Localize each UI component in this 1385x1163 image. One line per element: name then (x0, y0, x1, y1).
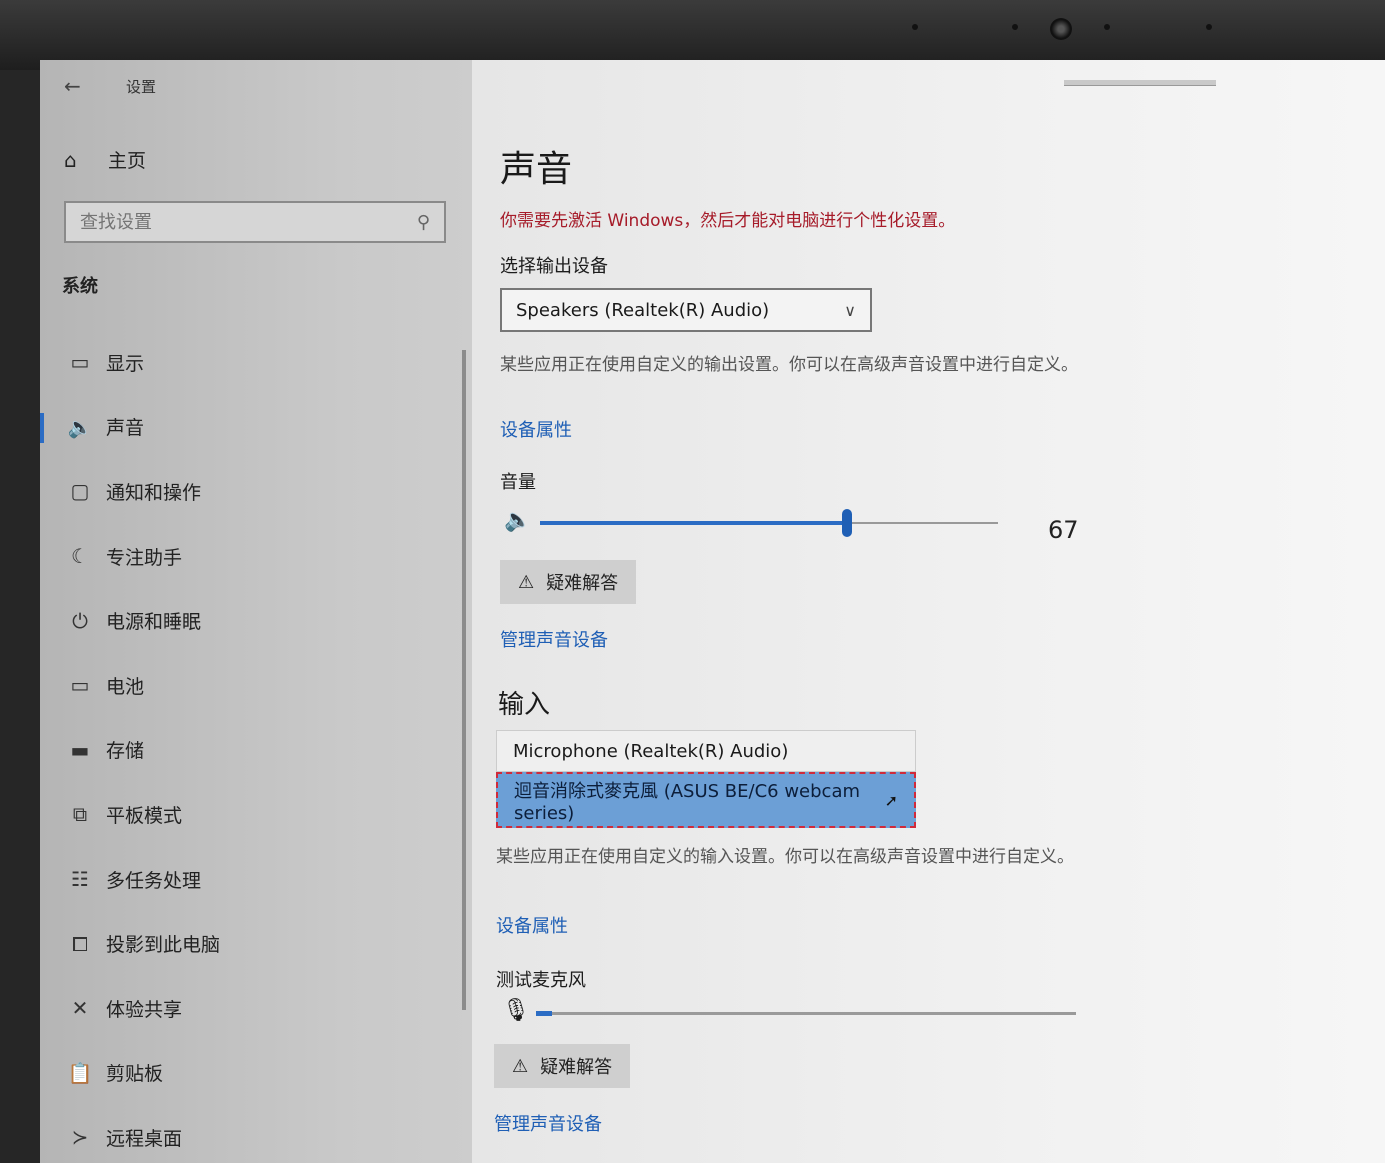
sidebar-item-label: 投影到此电脑 (106, 934, 221, 957)
notification-icon: ▢ (70, 479, 90, 504)
troubleshoot-label: 疑难解答 (540, 1057, 613, 1077)
main-panel: 声音 你需要先激活 Windows，然后才能对电脑进行个性化设置。 选择输出设备… (472, 60, 1385, 1163)
section-label: 系统 (62, 276, 98, 297)
sidebar-item-label: 平板模式 (106, 804, 183, 827)
home-link[interactable]: ⌂ 主页 (64, 146, 146, 173)
sidebar-item-label: 体验共享 (106, 998, 183, 1021)
sidebar-item-label: 多任务处理 (106, 869, 202, 892)
clipboard-icon: 📋 (67, 1060, 93, 1085)
search-box[interactable]: ⚲ (64, 201, 446, 243)
moon-icon: ☾ (71, 544, 89, 569)
home-label: 主页 (108, 150, 147, 172)
battery-icon: ▭ (70, 673, 90, 698)
sidebar-item-label: 通知和操作 (106, 481, 202, 504)
project-icon: ⧠ (72, 931, 88, 956)
sidebar-item-power-sleep[interactable]: ⏻ 电源和睡眠 (40, 588, 472, 653)
volume-slider[interactable] (540, 509, 998, 537)
sensor-dot (1104, 24, 1110, 30)
output-troubleshoot-button[interactable]: ⚠ 疑难解答 (500, 560, 637, 604)
webcam-lens (1050, 18, 1072, 40)
sidebar-item-notifications[interactable]: ▢ 通知和操作 (40, 459, 472, 524)
mic-level-fill (536, 1011, 553, 1016)
output-device-value: Speakers (Realtek(R) Audio) (516, 299, 770, 321)
volume-icon[interactable]: 🔈 (504, 508, 531, 533)
remote-desktop-icon: ≻ (71, 1125, 89, 1150)
sidebar-item-label: 电池 (106, 675, 145, 698)
mouse-cursor-icon: ➚ (884, 790, 898, 810)
input-option-selected[interactable]: 迴音消除式麥克風 (ASUS BE/C6 webcam series) ➚ (496, 772, 916, 828)
troubleshoot-label: 疑难解答 (546, 573, 619, 593)
volume-value: 67 (1048, 516, 1079, 544)
volume-label: 音量 (500, 472, 536, 493)
search-input[interactable] (80, 211, 410, 233)
sidebar-item-label: 远程桌面 (106, 1127, 183, 1150)
input-option-label: Microphone (Realtek(R) Audio) (513, 740, 789, 762)
speaker-icon: 🔈 (67, 414, 93, 439)
power-icon: ⏻ (72, 608, 88, 633)
title-bar: ← 设置 (64, 74, 156, 98)
input-heading: 输入 (498, 690, 551, 720)
input-option-label: 迴音消除式麥克風 (ASUS BE/C6 webcam series) (514, 780, 861, 824)
sidebar-scrollbar[interactable] (462, 350, 466, 1010)
sidebar-item-shared-experiences[interactable]: ✕ 体验共享 (40, 976, 472, 1041)
home-icon: ⌂ (64, 147, 77, 172)
input-troubleshoot-button[interactable]: ⚠ 疑难解答 (494, 1044, 631, 1088)
sidebar-item-multitasking[interactable]: ☷ 多任务处理 (40, 847, 472, 912)
window-title: 设置 (126, 77, 157, 96)
input-device-list: Microphone (Realtek(R) Audio) 迴音消除式麥克風 (… (496, 730, 916, 828)
sensor-dot (1206, 24, 1212, 30)
storage-icon: ▬ (70, 737, 90, 762)
input-manage-devices-link[interactable]: 管理声音设备 (494, 1110, 602, 1136)
settings-window: ← 设置 ⌂ 主页 ⚲ 系统 ▭ 显示 🔈 声音 ▢ 通知和操作 (40, 60, 1385, 1163)
sidebar-item-storage[interactable]: ▬ 存储 (40, 718, 472, 783)
output-device-label: 选择输出设备 (500, 256, 608, 277)
sidebar-item-label: 声音 (106, 417, 145, 440)
sensor-dot (912, 24, 918, 30)
microphone-icon: 🎙 (502, 998, 530, 1023)
sidebar: ← 设置 ⌂ 主页 ⚲ 系统 ▭ 显示 🔈 声音 ▢ 通知和操作 (40, 60, 472, 1163)
multitask-icon: ☷ (71, 867, 89, 892)
page-title: 声音 (500, 149, 573, 190)
output-manage-devices-link[interactable]: 管理声音设备 (500, 626, 608, 652)
sidebar-item-sound[interactable]: 🔈 声音 (40, 395, 472, 460)
output-device-dropdown[interactable]: Speakers (Realtek(R) Audio) ∨ (500, 288, 872, 332)
output-note: 某些应用正在使用自定义的输出设置。你可以在高级声音设置中进行自定义。 (500, 355, 1078, 375)
sidebar-item-battery[interactable]: ▭ 电池 (40, 653, 472, 718)
volume-slider-fill (540, 521, 847, 525)
sidebar-item-label: 显示 (106, 352, 145, 375)
sidebar-item-focus-assist[interactable]: ☾ 专注助手 (40, 524, 472, 589)
chevron-down-icon: ∨ (844, 300, 856, 320)
share-icon: ✕ (71, 996, 89, 1021)
sidebar-item-project[interactable]: ⧠ 投影到此电脑 (40, 911, 472, 976)
volume-slider-thumb[interactable] (841, 509, 852, 537)
activation-warning: 你需要先激活 Windows，然后才能对电脑进行个性化设置。 (500, 211, 956, 231)
warning-icon: ⚠ (518, 571, 535, 592)
sidebar-nav: ▭ 显示 🔈 声音 ▢ 通知和操作 ☾ 专注助手 ⏻ 电源和睡眠 ▭ 电池 ▬ … (40, 330, 472, 1163)
input-option[interactable]: Microphone (Realtek(R) Audio) (496, 730, 916, 772)
sidebar-item-remote-desktop[interactable]: ≻ 远程桌面 (40, 1105, 472, 1163)
sidebar-item-label: 专注助手 (106, 546, 183, 569)
test-mic-label: 测试麦克风 (496, 970, 586, 991)
main-scrollbar[interactable] (1064, 80, 1216, 86)
search-icon[interactable]: ⚲ (417, 212, 430, 233)
tablet-icon: ⧉ (72, 802, 88, 827)
mic-level-meter (536, 1011, 1076, 1016)
back-arrow-icon[interactable]: ← (64, 74, 104, 98)
input-note: 某些应用正在使用自定义的输入设置。你可以在高级声音设置中进行自定义。 (496, 847, 1074, 867)
output-device-properties-link[interactable]: 设备属性 (500, 416, 572, 442)
sidebar-item-clipboard[interactable]: 📋 剪贴板 (40, 1041, 472, 1106)
sidebar-item-label: 电源和睡眠 (106, 611, 202, 634)
input-device-properties-link[interactable]: 设备属性 (496, 912, 568, 938)
sidebar-item-display[interactable]: ▭ 显示 (40, 330, 472, 395)
display-icon: ▭ (70, 350, 90, 375)
sidebar-item-label: 存储 (106, 740, 145, 763)
warning-icon: ⚠ (512, 1055, 529, 1076)
sensor-dot (1012, 24, 1018, 30)
sidebar-item-label: 剪贴板 (106, 1063, 164, 1086)
sidebar-item-tablet-mode[interactable]: ⧉ 平板模式 (40, 782, 472, 847)
